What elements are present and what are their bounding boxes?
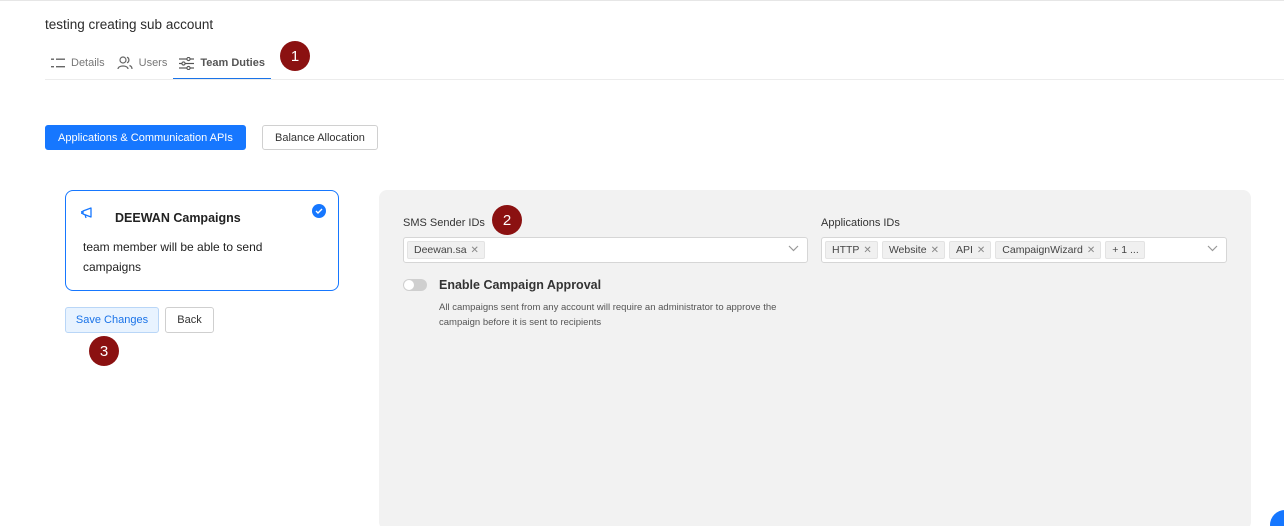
applications-ids-label: Applications IDs bbox=[821, 217, 900, 229]
step-marker-1: 1 bbox=[280, 41, 310, 71]
tag-label: Website bbox=[888, 244, 927, 256]
remove-tag-icon[interactable]: ✕ bbox=[977, 245, 985, 256]
chevron-down-icon bbox=[1207, 245, 1218, 252]
remove-tag-icon[interactable]: ✕ bbox=[1087, 245, 1095, 256]
list-icon bbox=[51, 58, 65, 68]
step-marker-2: 2 bbox=[492, 205, 522, 235]
save-changes-button[interactable]: Save Changes bbox=[65, 307, 159, 333]
check-icon bbox=[312, 204, 326, 218]
tab-team-duties[interactable]: Team Duties bbox=[173, 48, 271, 80]
top-border bbox=[0, 0, 1284, 1]
remove-tag-icon[interactable]: ✕ bbox=[471, 245, 479, 256]
tag-api: API ✕ bbox=[948, 241, 992, 259]
tag-deewan-sa: Deewan.sa ✕ bbox=[407, 241, 485, 259]
tag-more-label: + 1 ... bbox=[1112, 244, 1139, 256]
deewan-campaigns-card[interactable]: DEEWAN Campaigns team member will be abl… bbox=[65, 190, 339, 291]
back-button[interactable]: Back bbox=[165, 307, 214, 333]
tag-more[interactable]: + 1 ... bbox=[1105, 241, 1145, 259]
tag-label: CampaignWizard bbox=[1002, 244, 1083, 256]
sms-sender-ids-label: SMS Sender IDs bbox=[403, 217, 485, 229]
megaphone-icon bbox=[81, 207, 92, 219]
remove-tag-icon[interactable]: ✕ bbox=[863, 245, 871, 256]
sliders-icon bbox=[179, 56, 195, 70]
users-icon bbox=[117, 56, 133, 70]
help-chat-button[interactable] bbox=[1270, 510, 1284, 526]
tag-label: API bbox=[955, 244, 973, 256]
page-title: testing creating sub account bbox=[45, 17, 214, 32]
remove-tag-icon[interactable]: ✕ bbox=[931, 245, 939, 256]
card-description: team member will be able to send campaig… bbox=[83, 240, 263, 274]
tag-campaignwizard: CampaignWizard ✕ bbox=[995, 241, 1102, 259]
tab-users[interactable]: Users bbox=[111, 48, 174, 78]
tag-http: HTTP ✕ bbox=[825, 241, 878, 259]
applications-apis-tab-button[interactable]: Applications & Communication APIs bbox=[45, 125, 246, 150]
tab-details[interactable]: Details bbox=[45, 48, 111, 78]
tabs-divider bbox=[45, 79, 1284, 80]
card-title: DEEWAN Campaigns bbox=[115, 211, 241, 225]
tab-users-label: Users bbox=[138, 57, 168, 69]
tag-website: Website ✕ bbox=[881, 241, 945, 259]
sms-sender-ids-select[interactable]: Deewan.sa ✕ bbox=[403, 237, 808, 263]
toggle-knob bbox=[404, 280, 414, 290]
campaign-approval-toggle[interactable] bbox=[403, 279, 427, 291]
step-marker-3: 3 bbox=[89, 336, 119, 366]
tag-label: Deewan.sa bbox=[414, 244, 467, 256]
campaign-approval-description: All campaigns sent from any account will… bbox=[439, 302, 777, 328]
tag-label: HTTP bbox=[832, 244, 860, 256]
tab-bar: Details Users Team Duties bbox=[45, 48, 271, 80]
applications-ids-select[interactable]: HTTP ✕ Website ✕ API ✕ CampaignWizard ✕ + 1 … bbox=[821, 237, 1227, 263]
chevron-down-icon bbox=[788, 245, 799, 252]
campaign-approval-label: Enable Campaign Approval bbox=[439, 278, 602, 292]
balance-allocation-tab-button[interactable]: Balance Allocation bbox=[262, 125, 378, 150]
tab-details-label: Details bbox=[71, 57, 105, 69]
tab-team-duties-label: Team Duties bbox=[200, 57, 265, 69]
